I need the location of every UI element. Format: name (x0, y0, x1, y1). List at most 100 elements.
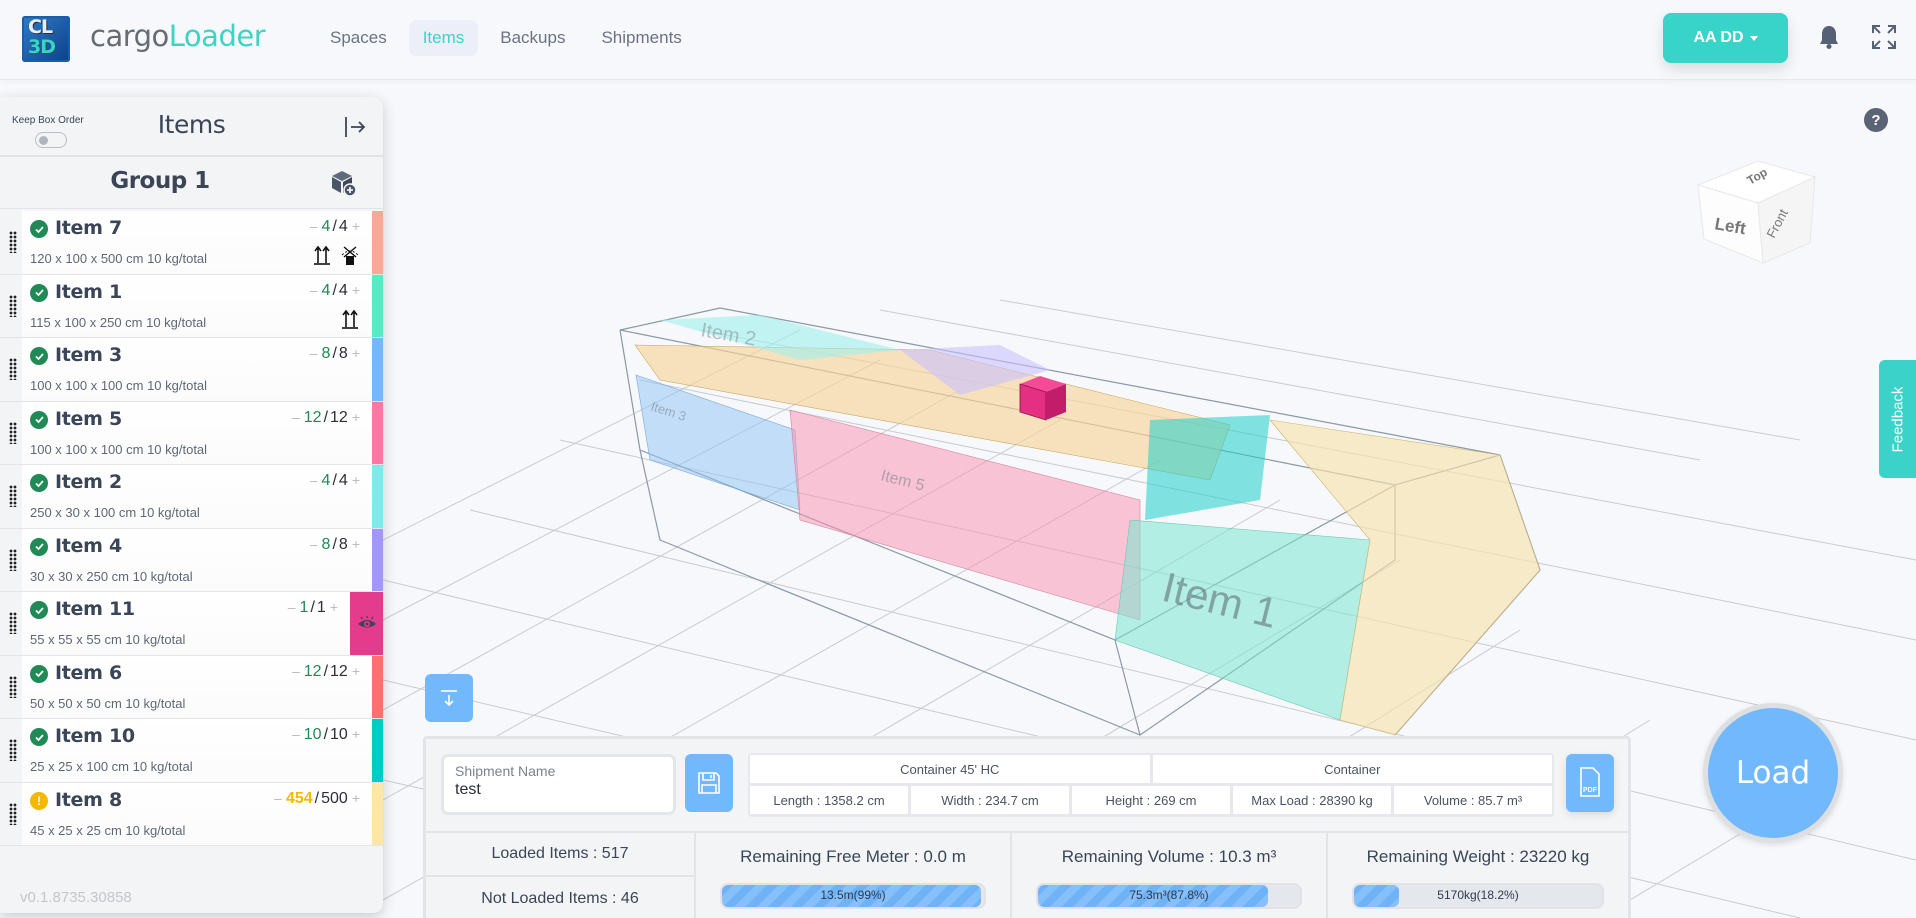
drag-handle[interactable] (4, 338, 22, 401)
drag-handle[interactable] (4, 401, 22, 464)
item-row[interactable]: Item 11 55 x 55 x 55 cm 10 kg/total – 1/… (0, 592, 383, 656)
user-menu-button[interactable]: AA DD (1663, 13, 1788, 63)
brand-name[interactable]: cargoLoader (90, 19, 266, 53)
decrease-quantity-button[interactable]: – (290, 663, 302, 679)
item-row[interactable]: Item 3 100 x 100 x 100 cm 10 kg/total – … (0, 338, 383, 402)
box-item-11[interactable] (1019, 376, 1066, 421)
drag-handle[interactable] (4, 274, 22, 337)
increase-quantity-button[interactable]: + (350, 726, 362, 742)
decrease-quantity-button[interactable]: – (308, 536, 320, 552)
nav-spaces[interactable]: Spaces (316, 20, 401, 56)
increase-quantity-button[interactable]: + (350, 472, 362, 488)
item-body[interactable]: Item 11 55 x 55 x 55 cm 10 kg/total – 1/… (22, 592, 372, 655)
export-pdf-button[interactable]: PDF (1566, 754, 1614, 812)
increase-quantity-button[interactable]: + (328, 599, 340, 615)
item-dimensions: 115 x 100 x 250 cm 10 kg/total (30, 314, 207, 330)
item-body[interactable]: ! Item 8 45 x 25 x 25 cm 10 kg/total – 4… (22, 782, 372, 845)
free-meter-progress: 13.5m(99%) (722, 885, 984, 907)
status-warning-icon: ! (30, 791, 48, 810)
item-body[interactable]: Item 1 115 x 100 x 250 cm 10 kg/total – … (22, 274, 372, 337)
app-logo[interactable]: CL 3D (22, 16, 70, 62)
item-row[interactable]: Item 6 50 x 50 x 50 cm 10 kg/total – 12/… (0, 655, 383, 719)
total-count: 4 (338, 472, 348, 489)
decrease-quantity-button[interactable]: – (286, 599, 298, 615)
nav-shipments[interactable]: Shipments (587, 20, 695, 56)
loaded-count: 8 (321, 535, 331, 553)
shipment-name-field[interactable]: Shipment Name (444, 757, 673, 812)
loaded-count: 454 (285, 789, 313, 807)
total-count: 8 (338, 345, 348, 362)
item-body[interactable]: Item 3 100 x 100 x 100 cm 10 kg/total – … (22, 338, 372, 401)
load-button[interactable]: Load (1703, 703, 1843, 843)
collapse-info-button[interactable] (425, 674, 473, 722)
item-body[interactable]: Item 10 25 x 25 x 100 cm 10 kg/total – 1… (22, 719, 372, 782)
item-name: Item 1 (55, 280, 122, 303)
not-loaded-items-count: Not Loaded Items : 46 (481, 890, 639, 907)
decrease-quantity-button[interactable]: – (308, 472, 320, 488)
item-body[interactable]: Item 6 50 x 50 x 50 cm 10 kg/total – 12/… (22, 655, 372, 718)
status-ok-icon (30, 728, 48, 746)
item-row[interactable]: Item 1 115 x 100 x 250 cm 10 kg/total – … (0, 274, 383, 338)
item-name: Item 6 (55, 661, 122, 684)
nav-items[interactable]: Items (408, 20, 479, 56)
fullscreen-icon[interactable] (1871, 24, 1897, 50)
increase-quantity-button[interactable]: + (350, 345, 362, 361)
item-row[interactable]: Item 5 100 x 100 x 100 cm 10 kg/total – … (0, 401, 383, 465)
increase-quantity-button[interactable]: + (350, 409, 362, 425)
shipment-name-input[interactable] (455, 781, 662, 799)
item-color-swatch (372, 719, 383, 782)
decrease-quantity-button[interactable]: – (290, 726, 302, 742)
increase-quantity-button[interactable]: + (350, 536, 362, 552)
increase-quantity-button[interactable]: + (350, 790, 362, 806)
item-row[interactable]: Item 2 250 x 30 x 100 cm 10 kg/total – 4… (0, 465, 383, 529)
increase-quantity-button[interactable]: + (350, 218, 362, 234)
this-side-up-icon (340, 307, 360, 336)
nav-backups[interactable]: Backups (486, 20, 579, 56)
item-name: Item 3 (55, 344, 122, 366)
this-side-up-icon (312, 243, 332, 272)
increase-quantity-button[interactable]: + (350, 282, 362, 298)
feedback-tab[interactable]: Feedback (1879, 360, 1916, 478)
collapse-panel-icon[interactable] (342, 114, 368, 140)
decrease-quantity-button[interactable]: – (272, 790, 284, 806)
item-row[interactable]: Item 7 120 x 100 x 500 cm 10 kg/total – … (0, 211, 383, 275)
item-body[interactable]: Item 7 120 x 100 x 500 cm 10 kg/total – … (22, 211, 372, 274)
loaded-count: 1 (299, 599, 309, 616)
drag-handle[interactable] (4, 719, 22, 782)
drag-handle[interactable] (4, 465, 22, 528)
panel-header: Keep Box Order Items (0, 97, 383, 157)
eye-icon[interactable] (357, 615, 377, 631)
brand-part-loader: Loader (168, 19, 266, 53)
drag-handle[interactable] (4, 528, 22, 591)
view-navigation-cube[interactable]: Top Left Front (1688, 155, 1823, 295)
item-body[interactable]: Item 5 100 x 100 x 100 cm 10 kg/total – … (22, 401, 372, 464)
decrease-quantity-button[interactable]: – (290, 409, 302, 425)
item-row[interactable]: ! Item 8 45 x 25 x 25 cm 10 kg/total – 4… (0, 782, 383, 846)
item-color-swatch[interactable] (350, 592, 383, 655)
decrease-quantity-button[interactable]: – (308, 282, 320, 298)
drag-handle[interactable] (4, 782, 22, 845)
items-panel: Keep Box Order Items Group 1 Item 7 120 … (0, 97, 383, 913)
bell-icon[interactable] (1818, 24, 1840, 50)
item-list: Item 7 120 x 100 x 500 cm 10 kg/total – … (0, 211, 383, 846)
item-body[interactable]: Item 2 250 x 30 x 100 cm 10 kg/total – 4… (22, 465, 372, 528)
decrease-quantity-button[interactable]: – (308, 345, 320, 361)
save-shipment-button[interactable] (685, 754, 733, 812)
item-row[interactable]: Item 10 25 x 25 x 100 cm 10 kg/total – 1… (0, 719, 383, 783)
drag-grip-icon (9, 485, 17, 508)
help-button[interactable]: ? (1864, 108, 1888, 132)
item-body[interactable]: Item 4 30 x 30 x 250 cm 10 kg/total – 8/… (22, 528, 372, 591)
drag-handle[interactable] (4, 592, 22, 655)
item-quantity: – 12/12 + (290, 408, 362, 426)
status-ok-icon (30, 220, 48, 238)
add-box-icon[interactable] (330, 169, 356, 197)
weight-title: Remaining Weight : 23220 kg (1366, 847, 1590, 866)
drag-handle[interactable] (4, 655, 22, 718)
drag-handle[interactable] (4, 211, 22, 274)
decrease-quantity-button[interactable]: – (308, 218, 320, 234)
weight-progress: 5170kg(18.2%) (1354, 885, 1602, 907)
increase-quantity-button[interactable]: + (350, 663, 362, 679)
user-menu-label: AA DD (1693, 29, 1744, 46)
brand-part-cargo: cargo (90, 19, 169, 53)
item-row[interactable]: Item 4 30 x 30 x 250 cm 10 kg/total – 8/… (0, 528, 383, 592)
